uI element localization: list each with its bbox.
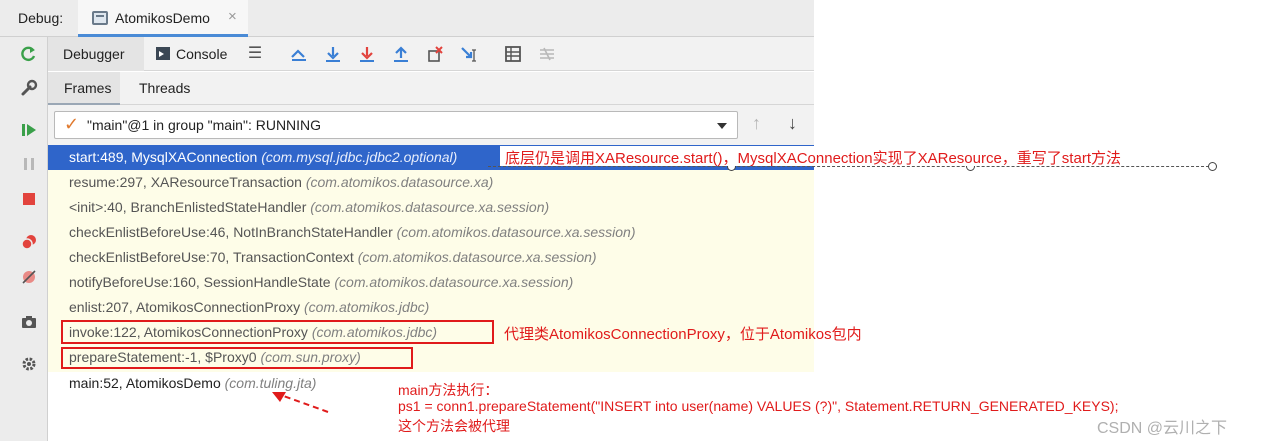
tab-frames-label: Frames	[64, 80, 112, 96]
frame-method: checkEnlistBeforeUse:70, TransactionCont…	[69, 249, 358, 265]
stop-icon[interactable]	[18, 190, 40, 212]
frame-text: resume:297, XAResourceTransaction (com.a…	[69, 174, 493, 190]
frame-row[interactable]: enlist:207, AtomikosConnectionProxy (com…	[48, 295, 814, 320]
frame-text: start:489, MysqlXAConnection (com.mysql.…	[69, 149, 457, 165]
drop-frame-icon[interactable]	[426, 45, 444, 63]
frame-method: checkEnlistBeforeUse:46, NotInBranchStat…	[69, 224, 397, 240]
frame-package: (com.atomikos.datasource.xa.session)	[310, 199, 550, 215]
thread-select-dropdown[interactable]: ✓ "main"@1 in group "main": RUNNING	[54, 111, 738, 139]
debug-left-toolbar: Structure	[0, 37, 48, 441]
frame-method: <init>:40, BranchEnlistedStateHandler	[69, 199, 311, 215]
wrench-icon[interactable]	[18, 79, 40, 101]
annotation-handle	[1208, 162, 1217, 171]
main-method-note-line2: ps1 = conn1.prepareStatement("INSERT int…	[398, 398, 1119, 414]
debug-tool-window-header: Debug: AtomikosDemo ×	[0, 0, 814, 37]
frame-package: (com.atomikos.datasource.xa.session)	[334, 274, 574, 290]
frame-row[interactable]: <init>:40, BranchEnlistedStateHandler (c…	[48, 195, 814, 220]
run-config-tab[interactable]: AtomikosDemo ×	[78, 0, 248, 37]
debug-label: Debug:	[18, 10, 64, 26]
tab-frames[interactable]: Frames	[48, 72, 120, 105]
frame-row[interactable]: resume:297, XAResourceTransaction (com.a…	[48, 170, 814, 195]
prepare-statement-highlight-box	[61, 347, 413, 369]
frame-text: enlist:207, AtomikosConnectionProxy (com…	[69, 299, 429, 315]
run-config-icon	[92, 11, 108, 25]
thread-check-icon: ✓	[64, 114, 80, 134]
run-to-cursor-icon[interactable]	[460, 45, 478, 63]
run-config-tab-title: AtomikosDemo	[115, 10, 210, 26]
frame-method: notifyBeforeUse:160, SessionHandleState	[69, 274, 335, 290]
step-into-icon[interactable]	[358, 45, 376, 63]
frame-package: (com.mysql.jdbc.jdbc2.optional)	[261, 149, 458, 165]
frame-text: checkEnlistBeforeUse:46, NotInBranchStat…	[69, 224, 636, 240]
structure-side-tab[interactable]: Structure	[0, 337, 12, 441]
frames-threads-tabs: Frames Threads	[48, 72, 814, 105]
frame-method: resume:297, XAResourceTransaction	[69, 174, 306, 190]
breakpoints-icon[interactable]	[18, 233, 40, 255]
frame-row[interactable]: checkEnlistBeforeUse:70, TransactionCont…	[48, 245, 814, 270]
gear-icon[interactable]	[18, 355, 40, 377]
resume-icon[interactable]	[18, 121, 40, 143]
tab-console[interactable]: Console	[156, 46, 227, 62]
frame-method: enlist:207, AtomikosConnectionProxy	[69, 299, 305, 315]
watermark: CSDN @云川之下	[1097, 420, 1228, 437]
mute-breakpoints-icon[interactable]	[18, 268, 40, 290]
thread-selector-row: ✓ "main"@1 in group "main": RUNNING ↑ ↓	[48, 105, 814, 145]
frame-package: (com.atomikos.datasource.xa.session)	[396, 224, 636, 240]
tab-console-label: Console	[176, 46, 228, 62]
main-method-note-line1: main方法执行：	[398, 382, 499, 398]
tab-debugger[interactable]: Debugger	[48, 37, 144, 71]
console-icon	[156, 47, 170, 60]
previous-frame-arrow-icon[interactable]: ↑	[752, 113, 761, 134]
frame-package: (com.atomikos.datasource.xa.session)	[357, 249, 597, 265]
frame-text: notifyBeforeUse:160, SessionHandleState …	[69, 274, 573, 290]
frame-method: main:52, AtomikosDemo	[69, 375, 225, 391]
step-out-icon[interactable]	[392, 45, 410, 63]
proxy-class-note: 代理类AtomikosConnectionProxy，位于Atomikos包内	[504, 326, 862, 343]
main-method-note-line3: 这个方法会被代理	[398, 418, 510, 434]
layout-menu-icon[interactable]: ☰	[246, 45, 264, 63]
frame-row[interactable]: notifyBeforeUse:160, SessionHandleState …	[48, 270, 814, 295]
annotation-arrow	[272, 392, 329, 413]
step-over-icon[interactable]	[324, 45, 342, 63]
close-tab-icon[interactable]: ×	[228, 8, 237, 25]
next-frame-arrow-icon[interactable]: ↓	[788, 113, 797, 134]
rerun-icon[interactable]	[18, 45, 40, 67]
tab-debugger-label: Debugger	[63, 46, 125, 62]
pause-icon[interactable]	[18, 155, 40, 177]
camera-icon[interactable]	[18, 313, 40, 335]
frame-method: start:489, MysqlXAConnection	[69, 149, 262, 165]
frame-package: (com.atomikos.jdbc)	[304, 299, 430, 315]
tab-threads[interactable]: Threads	[139, 80, 190, 96]
chevron-down-icon	[717, 123, 727, 129]
evaluate-expression-icon[interactable]	[504, 45, 522, 63]
frame-text: checkEnlistBeforeUse:70, TransactionCont…	[69, 249, 597, 265]
frame-text: <init>:40, BranchEnlistedStateHandler (c…	[69, 199, 549, 215]
frame-row[interactable]: checkEnlistBeforeUse:46, NotInBranchStat…	[48, 220, 814, 245]
invoke-highlight-box	[61, 320, 494, 344]
trace-stream-icon[interactable]	[538, 45, 556, 63]
frame-package: (com.atomikos.datasource.xa)	[305, 174, 494, 190]
debugger-toolbar: Debugger Console ☰	[48, 37, 814, 71]
xa-resource-note: 底层仍是调用XAResource.start()，MysqlXAConnecti…	[505, 150, 1121, 167]
thread-select-value: "main"@1 in group "main": RUNNING	[87, 117, 322, 133]
show-execution-point-icon[interactable]	[290, 45, 308, 63]
